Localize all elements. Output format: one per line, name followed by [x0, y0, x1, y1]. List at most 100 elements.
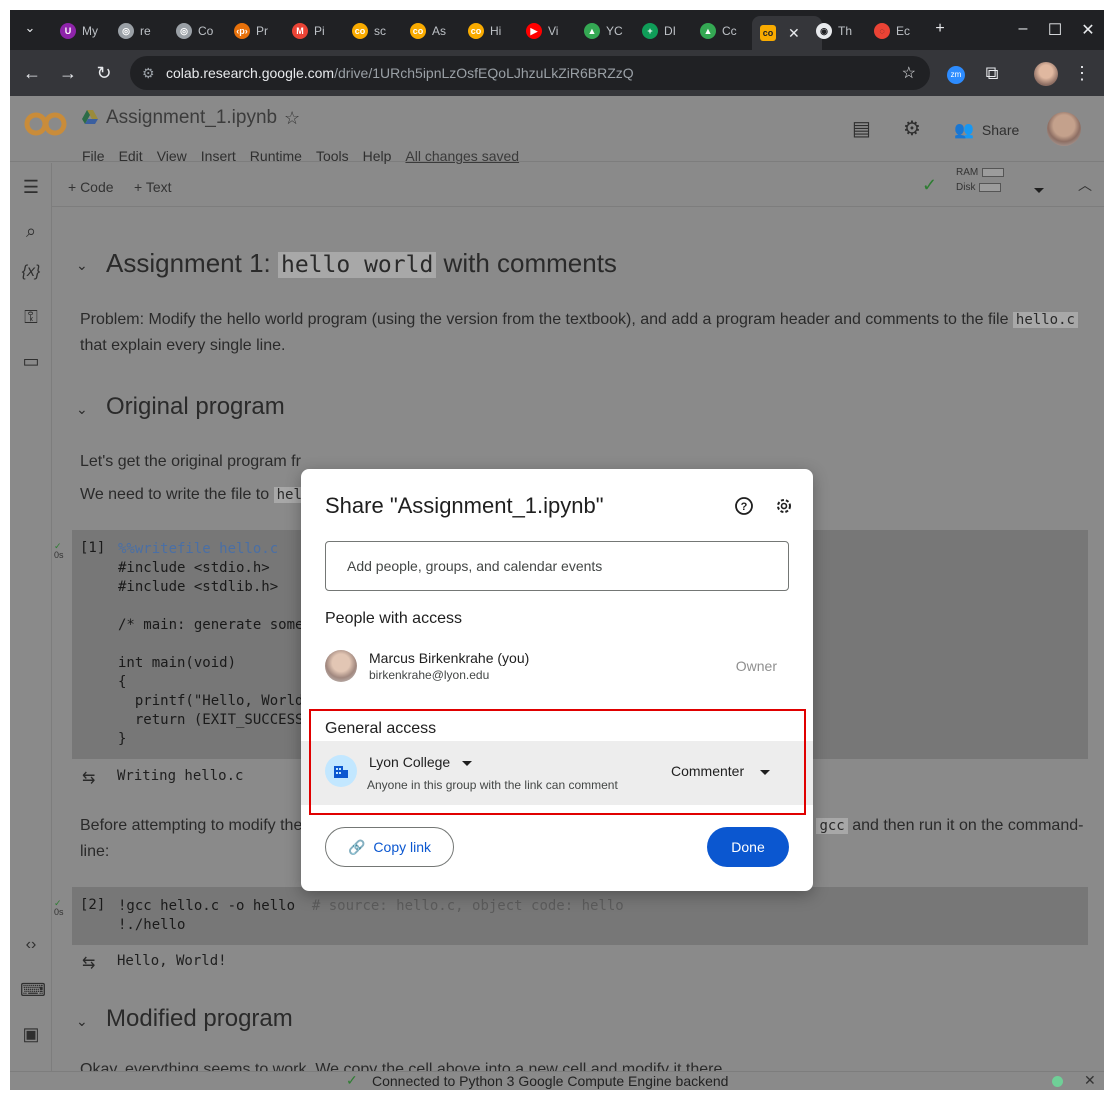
files-folder-icon[interactable]: ▭ — [20, 351, 42, 372]
forward-arrow-icon[interactable]: → — [56, 62, 80, 84]
collapse-section-icon[interactable]: ⌄ — [76, 401, 88, 418]
collapse-section-icon[interactable]: ⌄ — [76, 257, 88, 274]
url-host: colab.research.google.com — [166, 65, 335, 81]
browser-tab[interactable]: ◌ Ec — [874, 18, 926, 44]
browser-tab[interactable]: ▶ Vi — [526, 18, 578, 44]
cell-execution-count: [1] — [80, 540, 106, 556]
zoom-extension-icon[interactable]: zm — [947, 66, 965, 84]
address-bar[interactable]: ⚙ colab.research.google.com/drive/1URch5… — [130, 56, 930, 90]
site-info-icon[interactable]: ⚙ — [142, 65, 155, 82]
cell-code[interactable]: !gcc hello.c -o hello # source: hello.c,… — [118, 897, 624, 935]
runtime-dropdown-caret[interactable] — [1034, 181, 1044, 197]
menu-item-file[interactable]: File — [82, 148, 105, 164]
browser-tab[interactable]: M Pi — [292, 18, 344, 44]
notebook-title[interactable]: Assignment_1.ipynb — [106, 107, 277, 129]
status-close-icon[interactable]: ✕ — [1084, 1072, 1096, 1089]
status-check-icon: ✓ — [346, 1072, 358, 1088]
tab-favicon-icon: ‹p› — [234, 23, 250, 39]
tab-search-chevron-icon[interactable]: ⌄ — [20, 20, 40, 36]
browser-tab[interactable]: ‹p› Pr — [234, 18, 286, 44]
new-tab-button[interactable]: + — [930, 20, 950, 38]
search-icon[interactable]: ⌕ — [20, 221, 42, 242]
star-notebook-icon[interactable]: ☆ — [284, 108, 300, 129]
add-people-input[interactable]: Add people, groups, and calendar events — [325, 541, 789, 591]
share-button[interactable]: 👥 Share — [954, 120, 1019, 140]
tab-favicon-icon: ▲ — [700, 23, 716, 39]
share-settings-gear-icon[interactable] — [773, 495, 795, 517]
minimize-icon[interactable]: – — [1013, 20, 1033, 38]
cell-code[interactable]: %%writefile hello.c #include <stdio.h> #… — [118, 540, 303, 749]
tab-label: Ec — [896, 24, 911, 38]
copy-link-button[interactable]: 🔗 Copy link — [325, 827, 454, 867]
tab-label: Pi — [314, 24, 325, 38]
drive-icon[interactable] — [82, 110, 98, 124]
browser-menu-icon[interactable]: ⋮ — [1070, 62, 1094, 84]
menu-item-runtime[interactable]: Runtime — [250, 148, 302, 164]
profile-avatar[interactable] — [1034, 62, 1058, 86]
window-close-icon[interactable]: ✕ — [1078, 20, 1098, 40]
resource-monitor[interactable]: RAM Disk — [956, 165, 1005, 195]
tab-favicon-icon: co — [352, 23, 368, 39]
cell-output-1: Writing hello.c — [117, 768, 244, 784]
settings-gear-icon[interactable]: ⚙ — [903, 116, 921, 141]
tab-close-icon[interactable]: ✕ — [788, 25, 800, 42]
tab-favicon-icon: co — [410, 23, 426, 39]
share-label: Share — [981, 122, 1020, 138]
code-line: printf("Hello, World — [118, 693, 304, 709]
reload-icon[interactable]: ↻ — [92, 62, 116, 84]
help-icon[interactable]: ? — [733, 495, 755, 517]
tab-favicon-icon: co — [468, 23, 484, 39]
table-of-contents-icon[interactable]: ☰ — [20, 177, 42, 198]
add-text-button[interactable]: + Text — [134, 179, 172, 195]
code-snippets-icon[interactable]: ‹› — [20, 936, 42, 954]
tab-favicon-icon: + — [642, 23, 658, 39]
browser-tab[interactable]: ◉ Th — [816, 18, 868, 44]
add-code-button[interactable]: + Code — [68, 179, 114, 195]
browser-tab[interactable]: U My — [60, 18, 112, 44]
comments-icon[interactable]: ▤ — [852, 116, 871, 141]
dialog-title: Share "Assignment_1.ipynb" — [325, 493, 604, 518]
collapse-section-icon[interactable]: ⌄ — [76, 1013, 88, 1030]
collapse-chevron-icon[interactable]: ︿ — [1078, 175, 1092, 195]
section-heading-original: Original program — [106, 393, 285, 420]
menu-item-insert[interactable]: Insert — [201, 148, 236, 164]
browser-tab[interactable]: + DI — [642, 18, 694, 44]
browser-tab[interactable]: co Hi — [468, 18, 520, 44]
bookmark-star-icon[interactable]: ☆ — [902, 63, 916, 83]
output-toggle-icon[interactable]: ⇆ — [82, 768, 95, 788]
terminal-icon[interactable]: ▣ — [20, 1024, 42, 1045]
menu-item-tools[interactable]: Tools — [316, 148, 349, 164]
variables-icon[interactable]: {x} — [20, 263, 42, 281]
navigation-bar: ← → ↻ ⚙ colab.research.google.com/drive/… — [10, 50, 1104, 96]
browser-tab[interactable]: co As — [410, 18, 462, 44]
menu-item-view[interactable]: View — [157, 148, 187, 164]
tab-label: Vi — [548, 24, 559, 38]
account-avatar[interactable] — [1047, 112, 1081, 146]
code-line: #include <stdio.h> — [118, 560, 270, 576]
done-button[interactable]: Done — [707, 827, 789, 867]
menu-item-help[interactable]: Help — [363, 148, 392, 164]
menu-item-edit[interactable]: Edit — [119, 148, 143, 164]
section-heading-modified: Modified program — [106, 1005, 293, 1032]
maximize-icon[interactable]: ☐ — [1045, 20, 1065, 40]
browser-tab[interactable]: co sc — [352, 18, 404, 44]
code-line: #include <stdlib.h> — [118, 579, 279, 595]
back-arrow-icon[interactable]: ← — [20, 62, 44, 84]
save-status-link[interactable]: All changes saved — [405, 148, 519, 164]
browser-tab[interactable]: ▲ Cc — [700, 18, 752, 44]
code-line: /* main: generate some — [118, 617, 304, 633]
extensions-puzzle-icon[interactable]: ⧉ — [980, 62, 1004, 84]
tab-label: Cc — [722, 24, 737, 38]
browser-tab[interactable]: ▲ YC — [584, 18, 636, 44]
browser-tab[interactable]: ◎ re — [118, 18, 170, 44]
command-palette-icon[interactable]: ⌨ — [20, 980, 46, 1001]
colab-header: Assignment_1.ipynb ☆ File Edit View Insert R… — [10, 96, 1104, 164]
secrets-key-icon[interactable]: ⚿ — [20, 307, 42, 328]
output-toggle-icon[interactable]: ⇆ — [82, 953, 95, 973]
code-cell-2[interactable]: ✓ 0s [2] !gcc hello.c -o hello # source: … — [54, 887, 1088, 945]
owner-name: Marcus Birkenkrahe (you) — [369, 650, 530, 666]
tab-favicon-icon: ◎ — [176, 23, 192, 39]
copy-link-label: Copy link — [373, 839, 432, 855]
browser-tab[interactable]: ◎ Co — [176, 18, 228, 44]
tab-active-colab[interactable]: co ✕ — [752, 16, 822, 50]
